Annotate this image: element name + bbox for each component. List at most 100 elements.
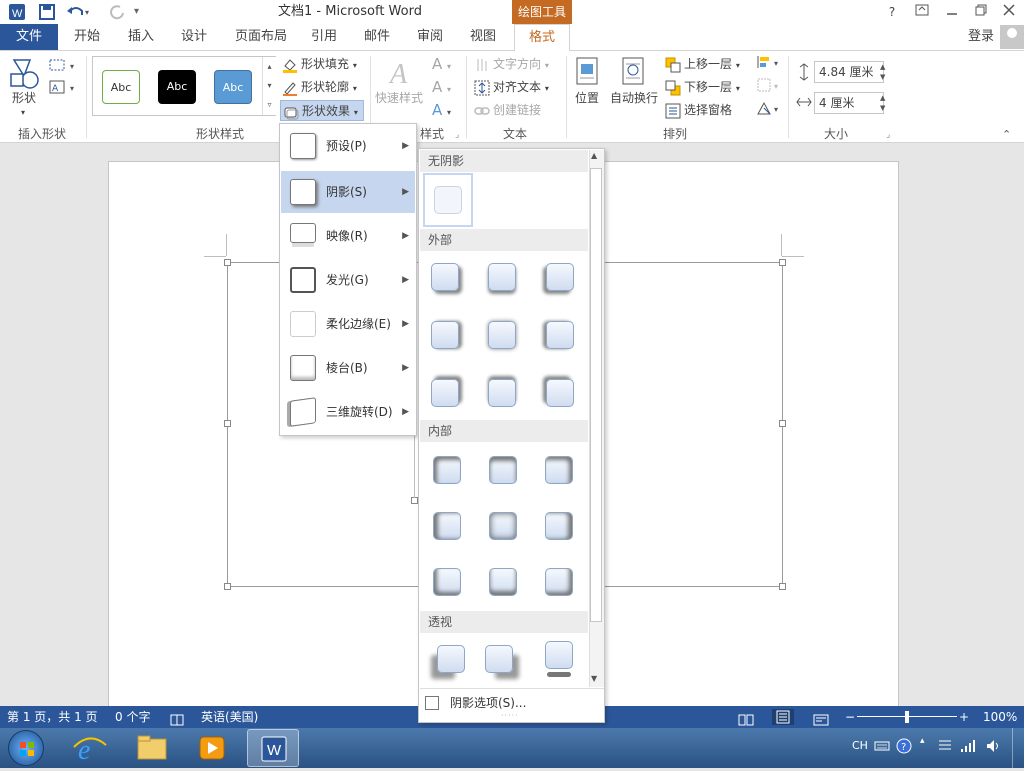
gallery-scrollbar-thumb[interactable] [590, 168, 602, 622]
zoom-level[interactable]: 100% [983, 706, 1017, 728]
tab-layout[interactable]: 页面布局 [227, 24, 295, 50]
outer-shadow-option[interactable] [546, 263, 574, 291]
selection-pane-button[interactable]: 选择窗格 [665, 100, 732, 120]
ie-icon[interactable]: e [64, 729, 116, 767]
minimize-icon[interactable] [937, 0, 967, 24]
scroll-down-icon[interactable]: ▼ [591, 674, 597, 683]
outer-shadow-option[interactable] [488, 379, 516, 407]
keyboard-icon[interactable] [874, 740, 890, 755]
shapes-icon[interactable] [8, 56, 42, 90]
text-direction-button[interactable]: 文字方向 ▾ [474, 54, 549, 76]
group-objects-icon[interactable]: ▾ [756, 77, 784, 99]
tab-design[interactable]: 设计 [173, 24, 215, 50]
avatar[interactable] [1000, 25, 1024, 49]
perspective-shadow-option[interactable] [437, 645, 465, 673]
word-logo-icon[interactable]: W [8, 3, 26, 21]
width-stepper[interactable]: ▲ ▼ [880, 93, 892, 113]
wrap-text-button[interactable]: 自动换行 [610, 88, 658, 108]
inner-shadow-option[interactable] [489, 456, 517, 484]
close-icon[interactable] [994, 0, 1024, 24]
action-center-icon[interactable] [937, 739, 953, 756]
tab-file[interactable]: 文件 [0, 24, 58, 50]
inner-shadow-option[interactable] [433, 568, 461, 596]
create-link-button[interactable]: 创建链接 [474, 100, 541, 120]
shape-width-input[interactable]: 4 厘米 [814, 92, 884, 114]
word-taskbar-icon[interactable]: W [247, 729, 299, 767]
volume-icon[interactable] [986, 739, 1002, 756]
shape-fill-button[interactable]: 形状填充 ▾ [282, 54, 357, 76]
wordart-quick-styles-icon[interactable]: A [386, 55, 418, 90]
shape-style-outline[interactable]: Abc [102, 70, 140, 104]
outer-shadow-option[interactable] [431, 263, 459, 291]
edit-shape-icon[interactable]: ▾ [48, 57, 78, 73]
position-icon[interactable] [574, 56, 600, 86]
resize-handle[interactable] [224, 420, 231, 427]
menu-item-3d-rotation[interactable]: 三维旋转(D) ▶ [281, 391, 415, 433]
dialog-launcher-icon[interactable]: ⌟ [455, 130, 459, 140]
resize-handle[interactable] [411, 497, 418, 504]
tab-mailings[interactable]: 邮件 [356, 24, 398, 50]
menu-item-preset[interactable]: 预设(P) ▶ [281, 125, 415, 167]
tab-format[interactable]: 格式 [514, 24, 570, 51]
text-fill-icon[interactable]: A ▾ [432, 54, 451, 77]
tab-insert[interactable]: 插入 [120, 24, 162, 50]
resize-handle[interactable] [779, 583, 786, 590]
resize-handle[interactable] [224, 259, 231, 266]
outer-shadow-option[interactable] [431, 321, 459, 349]
quick-styles-button[interactable]: 快速样式 [375, 88, 423, 108]
menu-item-reflection[interactable]: 映像(R) ▶ [281, 215, 415, 257]
position-button[interactable]: 位置 [575, 88, 599, 108]
bring-forward-button[interactable]: 上移一层 ▾ [665, 54, 740, 76]
customize-qat-icon[interactable]: ▾ [134, 3, 139, 21]
shape-style-gallery[interactable]: Abc Abc Abc [92, 56, 276, 116]
restore-icon[interactable] [966, 0, 996, 24]
tab-view[interactable]: 视图 [462, 24, 504, 50]
tab-references[interactable]: 引用 [303, 24, 345, 50]
zoom-in-icon[interactable]: + [959, 706, 969, 728]
align-text-button[interactable]: 对齐文本 ▾ [474, 77, 549, 99]
inner-shadow-option[interactable] [489, 568, 517, 596]
perspective-shadow-option[interactable] [485, 645, 513, 673]
text-effects-icon[interactable]: A ▾ [432, 100, 451, 123]
resize-handle[interactable] [779, 259, 786, 266]
print-layout-icon[interactable] [772, 709, 794, 725]
resize-handle[interactable] [779, 420, 786, 427]
language-indicator[interactable]: 英语(美国) [201, 706, 258, 728]
scroll-up-icon[interactable]: ▲ [591, 151, 597, 160]
outer-shadow-option[interactable] [431, 379, 459, 407]
height-stepper[interactable]: ▲ ▼ [880, 62, 892, 82]
shape-style-blue[interactable]: Abc [214, 70, 252, 104]
shadow-options-link[interactable]: 阴影选项(S)... [450, 693, 526, 713]
file-explorer-icon[interactable] [126, 729, 178, 767]
gallery-scroll-buttons[interactable]: ▴ ▾ ▿ [262, 57, 276, 115]
save-icon[interactable] [38, 3, 56, 21]
undo-icon[interactable]: ▾ [66, 3, 92, 21]
network-icon[interactable] [960, 739, 978, 756]
tab-home[interactable]: 开始 [66, 24, 108, 50]
shape-effects-button[interactable]: 形状效果 ▾ [280, 100, 364, 121]
inner-shadow-option[interactable] [433, 456, 461, 484]
menu-item-soft-edges[interactable]: 柔化边缘(E) ▶ [281, 303, 415, 345]
outer-shadow-option[interactable] [488, 263, 516, 291]
help-button[interactable]: ? [877, 0, 907, 24]
shapes-dropdown-icon[interactable]: ▾ [21, 103, 25, 123]
inner-shadow-option[interactable] [545, 568, 573, 596]
redo-icon[interactable] [108, 3, 126, 21]
outer-shadow-option[interactable] [546, 321, 574, 349]
word-count[interactable]: 0 个字 [115, 706, 150, 728]
menu-item-glow[interactable]: 发光(G) ▶ [281, 259, 415, 301]
wrap-text-icon[interactable] [620, 56, 646, 86]
outer-shadow-option[interactable] [488, 321, 516, 349]
shape-style-dark[interactable]: Abc [158, 70, 196, 104]
menu-item-shadow[interactable]: 阴影(S) ▶ [281, 171, 415, 213]
align-icon[interactable]: ▾ [756, 54, 784, 76]
resize-grip-icon[interactable]: ····· [501, 711, 519, 720]
inner-shadow-option[interactable] [545, 456, 573, 484]
start-button[interactable] [8, 730, 44, 766]
tray-expand-icon[interactable]: ▴ [920, 736, 925, 746]
help-tray-icon[interactable]: ? [896, 738, 912, 757]
outer-shadow-option[interactable] [546, 379, 574, 407]
menu-item-bevel[interactable]: 棱台(B) ▶ [281, 347, 415, 389]
text-box-icon[interactable]: A ▾ [48, 79, 78, 95]
rotate-icon[interactable]: ▾ [756, 100, 784, 122]
